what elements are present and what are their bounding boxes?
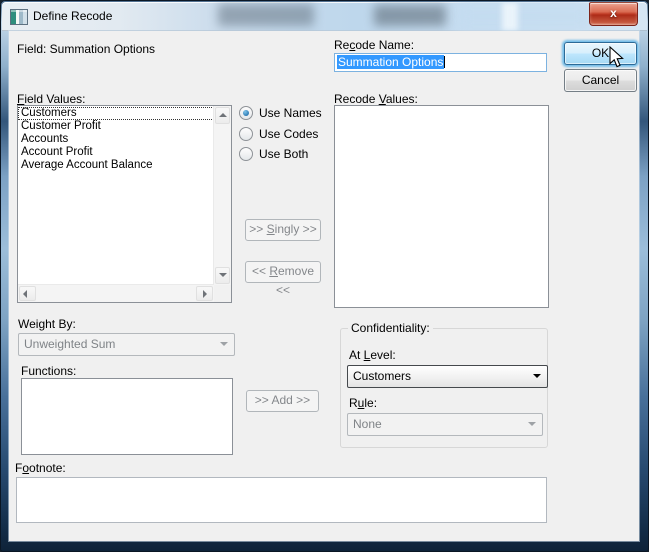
horizontal-scrollbar[interactable] [18, 284, 214, 302]
scroll-down-icon [219, 273, 227, 277]
functions-label: Functions: [21, 364, 76, 378]
app-icon [10, 9, 28, 25]
weight-by-label: Weight By: [18, 317, 76, 331]
titlebar-glass-streak [502, 2, 518, 31]
title-bar[interactable]: Define Recode x [2, 2, 647, 31]
at-level-dropdown[interactable]: Customers [347, 365, 548, 388]
titlebar-glass-reflection [454, 2, 594, 31]
chevron-down-icon [220, 342, 228, 346]
define-recode-dialog: Define Recode x Field: Summation Options… [0, 0, 649, 552]
list-item[interactable]: Customers [18, 107, 214, 120]
confidentiality-group: Confidentiality: At Level: Customers Rul… [340, 328, 548, 448]
selected-text: Summation Options [337, 55, 444, 69]
chevron-down-icon [528, 422, 536, 426]
at-level-label: At Level: [349, 348, 396, 362]
weight-by-dropdown: Unweighted Sum [18, 333, 235, 356]
radio-selected-icon[interactable] [239, 106, 253, 120]
functions-listbox[interactable] [21, 378, 233, 455]
cancel-button[interactable]: Cancel [564, 69, 637, 92]
radio-unselected-icon[interactable] [239, 147, 253, 161]
scroll-left-icon [23, 290, 27, 298]
recode-values-label: Recode Values: [334, 92, 418, 106]
add-button: >> Add >> [246, 390, 319, 412]
radio-label: Use Codes [259, 127, 318, 141]
radio-use-names[interactable]: Use Names [239, 106, 322, 121]
titlebar-background-blur [218, 4, 314, 26]
singly-button: >> Singly >> [245, 219, 321, 241]
titlebar-background-blur [374, 5, 446, 26]
mouse-cursor [609, 46, 625, 69]
radio-use-codes[interactable]: Use Codes [239, 127, 318, 142]
radio-unselected-icon[interactable] [239, 127, 253, 141]
chevron-down-icon [533, 374, 541, 378]
rule-dropdown: None [347, 413, 543, 436]
radio-use-both[interactable]: Use Both [239, 147, 308, 162]
field-info-label: Field: Summation Options [17, 42, 155, 56]
text-caret [444, 56, 445, 68]
field-values-label: Field Values: [17, 92, 86, 106]
scroll-down-button[interactable] [215, 267, 230, 284]
confidentiality-group-label: Confidentiality: [348, 321, 433, 335]
scroll-left-button[interactable] [19, 286, 36, 301]
recode-values-listbox[interactable] [334, 105, 549, 308]
field-values-listbox[interactable]: Customers Customer Profit Accounts Accou… [17, 105, 232, 303]
vertical-scrollbar[interactable] [213, 106, 231, 285]
window-title: Define Recode [33, 9, 112, 23]
scroll-up-icon [219, 113, 227, 117]
rule-label: Rule: [349, 396, 377, 410]
close-icon: x [610, 6, 617, 20]
close-button[interactable]: x [589, 2, 638, 26]
list-item[interactable]: Accounts [18, 133, 214, 146]
scroll-right-icon [203, 290, 207, 298]
list-item[interactable]: Account Profit [18, 146, 214, 159]
radio-label: Use Both [259, 147, 308, 161]
scrollbar-corner [214, 285, 231, 302]
list-item[interactable]: Average Account Balance [18, 159, 214, 172]
scroll-up-button[interactable] [215, 107, 230, 124]
remove-button: << Remove << [245, 261, 321, 283]
footnote-label: Footnote: [15, 461, 66, 475]
field-values-list: Customers Customer Profit Accounts Accou… [18, 107, 214, 172]
scroll-right-button[interactable] [196, 286, 213, 301]
ok-button[interactable]: OK [564, 42, 637, 65]
recode-name-input[interactable]: Summation Options [334, 53, 547, 72]
footnote-input[interactable] [16, 477, 547, 523]
radio-label: Use Names [259, 106, 322, 120]
list-item[interactable]: Customer Profit [18, 120, 214, 133]
recode-name-label: Recode Name: [334, 38, 414, 52]
dialog-client-area: Field: Summation Options Recode Name: Su… [9, 31, 639, 541]
